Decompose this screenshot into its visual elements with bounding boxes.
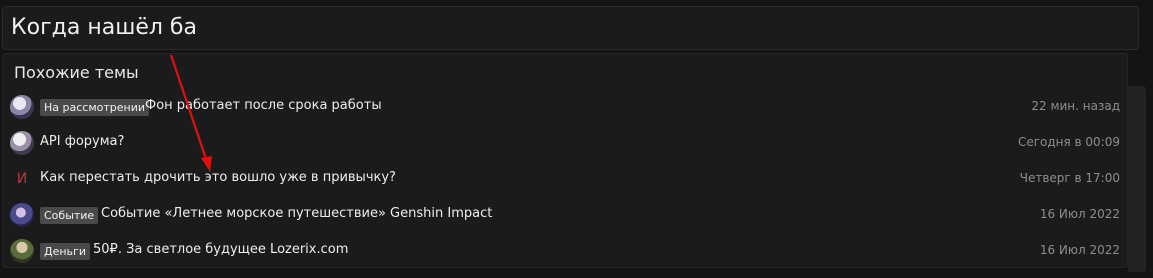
thread-date: 16 Июл 2022 xyxy=(1039,243,1120,257)
similar-thread-row[interactable]: Событие Событие «Летнее морское путешест… xyxy=(2,197,1126,233)
similar-thread-row[interactable]: Деньги 50₽. За светлое будущее Lozerix.c… xyxy=(2,233,1126,269)
user-avatar[interactable] xyxy=(10,131,34,155)
prefix-label-review: На рассмотрении xyxy=(40,99,150,116)
thread-link[interactable]: Событие «Летнее морское путешествие» Gen… xyxy=(101,206,492,221)
similar-thread-row[interactable]: На рассмотрении Фон работает после срока… xyxy=(2,89,1126,125)
prefix-label-event: Событие xyxy=(40,207,99,224)
thread-date: 22 мин. назад xyxy=(1031,99,1120,113)
thread-link[interactable]: API форума? xyxy=(40,134,124,149)
letter-avatar[interactable]: И xyxy=(10,167,34,191)
user-avatar[interactable] xyxy=(10,239,34,263)
thread-date: Четверг в 17:00 xyxy=(1019,171,1120,185)
similar-thread-row[interactable]: API форума? Сегодня в 00:09 xyxy=(2,125,1126,161)
similar-threads-heading: Похожие темы xyxy=(14,63,139,82)
thread-date: Сегодня в 00:09 xyxy=(1017,135,1120,149)
prefix-label-money: Деньги xyxy=(40,243,90,260)
similar-thread-row[interactable]: И Как перестать дрочить это вошло уже в … xyxy=(2,161,1126,197)
user-avatar[interactable] xyxy=(10,203,34,227)
thread-title-value[interactable]: Когда нашёл ба xyxy=(11,15,197,40)
panel-edge xyxy=(1128,86,1146,272)
thread-date: 16 Июл 2022 xyxy=(1039,207,1120,221)
thread-link[interactable]: Как перестать дрочить это вошло уже в пр… xyxy=(40,170,396,185)
thread-link[interactable]: Фон работает после срока работы xyxy=(145,98,382,113)
thread-title-input[interactable]: Когда нашёл ба xyxy=(2,6,1139,50)
avatar-letter: И xyxy=(16,171,28,187)
thread-link[interactable]: 50₽. За светлое будущее Lozerix.com xyxy=(93,242,348,257)
user-avatar[interactable] xyxy=(10,95,34,119)
